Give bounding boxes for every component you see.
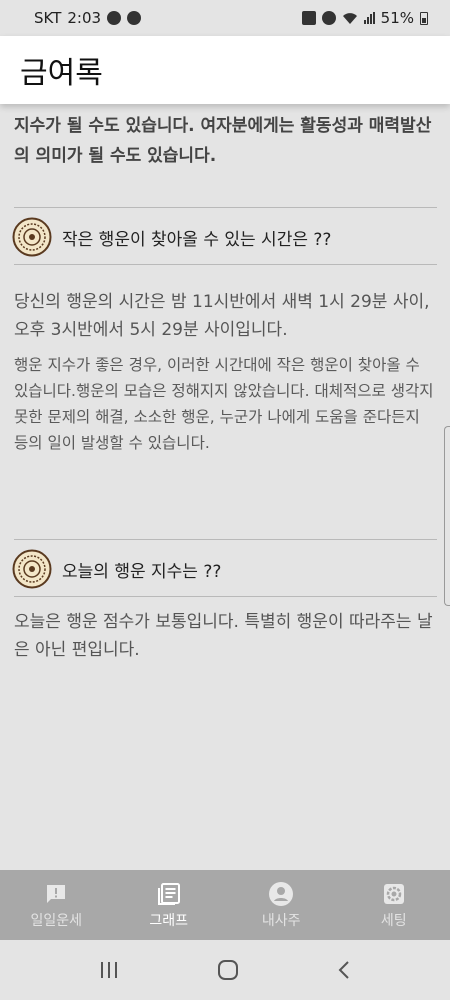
lock-icon — [301, 11, 316, 25]
divider — [14, 264, 437, 265]
nav-item-my-saju[interactable]: 내사주 — [225, 870, 338, 940]
divider — [14, 539, 437, 540]
section-title: 작은 행운이 찾아올 수 있는 시간은 ?? — [62, 229, 332, 250]
zodiac-emblem-icon — [12, 217, 52, 257]
status-bar: SKT 2:03 51% — [0, 0, 450, 36]
wifi-icon — [342, 13, 357, 24]
alarm-icon — [321, 11, 336, 25]
back-icon[interactable] — [337, 960, 351, 980]
battery-percent: 51% — [380, 9, 414, 27]
content-scroll-area[interactable]: 지수가 될 수도 있습니다. 여자분에게는 활동성과 매력발산의 의미가 될 수… — [0, 104, 450, 870]
lucky-time-text: 당신의 행운의 시간은 밤 11시반에서 새벽 1시 29분 사이, 오후 3시… — [14, 292, 430, 340]
zodiac-emblem-icon — [12, 549, 52, 589]
home-icon[interactable] — [217, 959, 239, 981]
nav-label: 그래프 — [149, 912, 189, 929]
app-bar: 금여록 — [0, 36, 450, 104]
section-title: 오늘의 행운 지수는 ?? — [62, 561, 222, 582]
status-left: SKT 2:03 — [34, 9, 142, 27]
nav-item-daily-fortune[interactable]: 일일운세 — [0, 870, 113, 940]
divider — [14, 596, 437, 597]
signal-icon — [363, 12, 375, 24]
section-header-luck-index: 오늘의 행운 지수는 ?? — [12, 549, 437, 589]
document-list-icon — [156, 881, 182, 907]
nav-label: 일일운세 — [30, 912, 83, 929]
clock: 2:03 — [67, 9, 102, 27]
intro-text: 지수가 될 수도 있습니다. 여자분에게는 활동성과 매력발산의 의미가 될 수… — [14, 116, 432, 166]
nav-label: 세팅 — [380, 912, 407, 929]
lucky-time-detail: 행운 지수가 좋은 경우, 이러한 시간대에 작은 행운이 찾아올 수 있습니다… — [14, 356, 434, 452]
scrollbar-thumb[interactable] — [444, 426, 450, 606]
luck-index-text: 오늘은 행운 점수가 보통입니다. 특별히 행운이 따라주는 날은 아닌 편입니… — [14, 612, 433, 660]
recent-apps-icon[interactable] — [99, 961, 119, 979]
bottom-nav: 일일운세 그래프 내사주 세팅 — [0, 870, 450, 940]
carrier-label: SKT — [34, 9, 62, 27]
pinwheel-icon — [107, 11, 122, 25]
chat-bubble-icon — [127, 11, 142, 25]
system-nav-bar — [0, 940, 450, 1000]
status-right: 51% — [301, 9, 428, 27]
battery-icon — [420, 11, 428, 25]
nav-label: 내사주 — [261, 912, 301, 929]
app-title: 금여록 — [20, 56, 103, 91]
section-header-lucky-time: 작은 행운이 찾아올 수 있는 시간은 ?? — [12, 217, 437, 257]
person-icon — [268, 881, 294, 907]
divider — [14, 207, 437, 208]
gear-icon — [381, 881, 407, 907]
nav-item-settings[interactable]: 세팅 — [338, 870, 450, 940]
nav-item-graph[interactable]: 그래프 — [113, 870, 226, 940]
alert-message-icon — [43, 881, 69, 907]
